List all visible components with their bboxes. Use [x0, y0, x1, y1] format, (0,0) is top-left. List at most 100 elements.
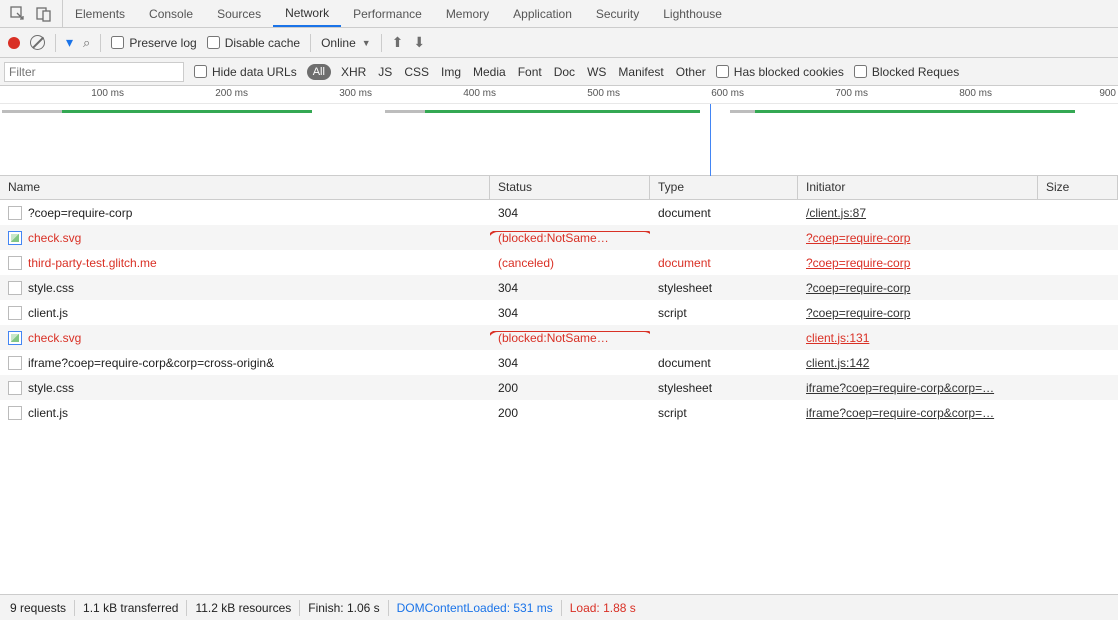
cell-initiator: ?coep=require-corp — [798, 256, 1038, 270]
disable-cache-checkbox[interactable]: Disable cache — [207, 36, 300, 50]
inspect-icon[interactable] — [10, 6, 26, 22]
document-file-icon — [8, 206, 22, 220]
filter-type-all[interactable]: All — [307, 64, 331, 80]
initiator-link[interactable]: client.js:131 — [806, 331, 869, 345]
initiator-link[interactable]: ?coep=require-corp — [806, 231, 910, 245]
blocked-requests-checkbox[interactable]: Blocked Reques — [854, 65, 959, 79]
upload-icon[interactable]: ⬆ — [392, 34, 404, 51]
clear-icon[interactable] — [30, 35, 45, 50]
cell-initiator: ?coep=require-corp — [798, 231, 1038, 245]
highlight-annotation — [490, 231, 650, 245]
tick-label: 300 ms — [332, 88, 372, 99]
tab-sources[interactable]: Sources — [205, 0, 273, 27]
tab-network[interactable]: Network — [273, 0, 341, 27]
initiator-link[interactable]: client.js:142 — [806, 356, 869, 370]
table-row[interactable]: check.svg(blocked:NotSame…?coep=require-… — [0, 225, 1118, 250]
cell-type: document — [650, 356, 798, 370]
initiator-link[interactable]: iframe?coep=require-corp&corp=… — [806, 406, 994, 420]
document-file-icon — [8, 281, 22, 295]
hide-dataurls-checkbox[interactable]: Hide data URLs — [194, 65, 297, 79]
timeline-overview[interactable]: 100 ms200 ms300 ms400 ms500 ms600 ms700 … — [0, 86, 1118, 176]
tab-memory[interactable]: Memory — [434, 0, 501, 27]
cell-initiator: ?coep=require-corp — [798, 306, 1038, 320]
filter-type-other[interactable]: Other — [676, 65, 706, 79]
record-icon[interactable] — [8, 37, 20, 49]
status-requests: 9 requests — [10, 601, 66, 615]
initiator-link[interactable]: iframe?coep=require-corp&corp=… — [806, 381, 994, 395]
tab-lighthouse[interactable]: Lighthouse — [651, 0, 734, 27]
initiator-link[interactable]: ?coep=require-corp — [806, 256, 910, 270]
filter-type-manifest[interactable]: Manifest — [618, 65, 663, 79]
cell-type: stylesheet — [650, 281, 798, 295]
col-name[interactable]: Name — [0, 176, 490, 199]
tab-performance[interactable]: Performance — [341, 0, 434, 27]
table-row[interactable]: style.css200stylesheetiframe?coep=requir… — [0, 375, 1118, 400]
cell-type: script — [650, 406, 798, 420]
document-file-icon — [8, 256, 22, 270]
tick-label: 100 ms — [84, 88, 124, 99]
status-load: Load: 1.88 s — [570, 601, 636, 615]
cell-name: check.svg — [0, 331, 490, 345]
cell-type: document — [650, 256, 798, 270]
status-domcontentloaded: DOMContentLoaded: 531 ms — [397, 601, 553, 615]
chevron-down-icon: ▼ — [362, 38, 371, 48]
preserve-log-checkbox[interactable]: Preserve log — [111, 36, 196, 50]
tab-application[interactable]: Application — [501, 0, 584, 27]
filter-input[interactable] — [4, 62, 184, 82]
blocked-cookies-checkbox[interactable]: Has blocked cookies — [716, 65, 844, 79]
filter-type-img[interactable]: Img — [441, 65, 461, 79]
cell-status: 304 — [490, 281, 650, 295]
tick-label: 500 ms — [580, 88, 620, 99]
cell-status: 200 — [490, 406, 650, 420]
cell-status: 200 — [490, 381, 650, 395]
filter-type-font[interactable]: Font — [518, 65, 542, 79]
table-row[interactable]: ?coep=require-corp304document/client.js:… — [0, 200, 1118, 225]
initiator-link[interactable]: ?coep=require-corp — [806, 281, 910, 295]
filter-type-doc[interactable]: Doc — [554, 65, 575, 79]
cell-type: script — [650, 306, 798, 320]
table-row[interactable]: third-party-test.glitch.me(canceled)docu… — [0, 250, 1118, 275]
request-table-body: ?coep=require-corp304document/client.js:… — [0, 200, 1118, 594]
tick-label: 700 ms — [828, 88, 868, 99]
tab-security[interactable]: Security — [584, 0, 651, 27]
cell-name: ?coep=require-corp — [0, 206, 490, 220]
cell-name: style.css — [0, 281, 490, 295]
cell-name: third-party-test.glitch.me — [0, 256, 490, 270]
filter-icon[interactable]: ▾ — [66, 34, 73, 51]
table-row[interactable]: style.css304stylesheet ?coep=require-corp — [0, 275, 1118, 300]
document-file-icon — [8, 356, 22, 370]
col-status[interactable]: Status — [490, 176, 650, 199]
filter-type-media[interactable]: Media — [473, 65, 506, 79]
cell-initiator: /client.js:87 — [798, 206, 1038, 220]
cell-initiator: iframe?coep=require-corp&corp=… — [798, 406, 1038, 420]
filter-type-css[interactable]: CSS — [404, 65, 429, 79]
table-row[interactable]: client.js304script?coep=require-corp — [0, 300, 1118, 325]
tick-label: 600 ms — [704, 88, 744, 99]
tab-console[interactable]: Console — [137, 0, 205, 27]
download-icon[interactable]: ⬇ — [413, 34, 425, 51]
search-icon[interactable]: ⌕ — [83, 35, 90, 51]
tick-label: 900 — [1076, 88, 1116, 99]
initiator-link[interactable]: ?coep=require-corp — [806, 306, 910, 320]
status-resources: 11.2 kB resources — [195, 601, 291, 615]
col-type[interactable]: Type — [650, 176, 798, 199]
table-row[interactable]: client.js200scriptiframe?coep=require-co… — [0, 400, 1118, 425]
status-bar: 9 requests 1.1 kB transferred 11.2 kB re… — [0, 594, 1118, 620]
throttling-select[interactable]: Online▼ — [321, 36, 371, 50]
cell-status: (blocked:NotSame… — [490, 331, 650, 345]
table-row[interactable]: iframe?coep=require-corp&corp=cross-orig… — [0, 350, 1118, 375]
cell-initiator: ?coep=require-corp — [798, 281, 1038, 295]
tab-elements[interactable]: Elements — [63, 0, 137, 27]
cell-name: iframe?coep=require-corp&corp=cross-orig… — [0, 356, 490, 370]
col-size[interactable]: Size — [1038, 176, 1118, 199]
initiator-link[interactable]: /client.js:87 — [806, 206, 866, 220]
filter-type-ws[interactable]: WS — [587, 65, 606, 79]
filter-type-js[interactable]: JS — [378, 65, 392, 79]
col-initiator[interactable]: Initiator — [798, 176, 1038, 199]
filter-type-xhr[interactable]: XHR — [341, 65, 366, 79]
table-row[interactable]: check.svg(blocked:NotSame… client.js:131 — [0, 325, 1118, 350]
cell-name: check.svg — [0, 231, 490, 245]
cell-status: (canceled) — [490, 256, 650, 270]
cell-initiator: iframe?coep=require-corp&corp=… — [798, 381, 1038, 395]
device-icon[interactable] — [36, 6, 52, 22]
